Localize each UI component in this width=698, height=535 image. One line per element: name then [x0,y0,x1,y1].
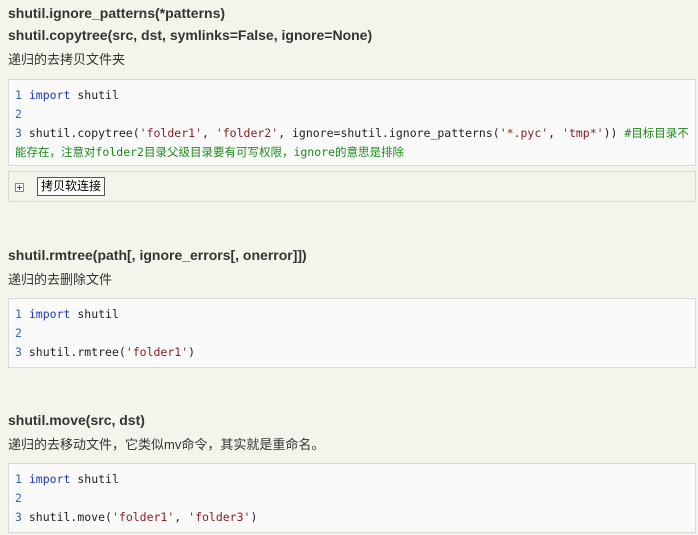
code-block-rmtree[interactable]: 1 import shutil 2 3 shutil.rmtree('folde… [8,298,696,368]
keyword: import [28,307,71,321]
code-text: shutil [70,307,119,321]
code-text: shutil.move( [28,510,112,524]
code-text: shutil.copytree( [28,126,140,140]
heading-rmtree: shutil.rmtree(path[, ignore_errors[, one… [8,247,307,263]
keyword: import [28,88,71,102]
code-text: ) [188,345,196,359]
line-number: 1 [15,307,22,321]
line-number: 2 [15,491,22,505]
code-text: shutil.rmtree( [28,345,126,359]
heading-ignore-patterns: shutil.ignore_patterns(*patterns) [8,5,226,21]
string-literal: 'folder1' [125,345,189,359]
copy-symlink-expander[interactable]: 拷贝软连接 [8,171,696,202]
code-text: , [201,126,216,140]
code-line-3: 3 shutil.rmtree('folder1') [15,343,689,362]
code-text: )) [603,126,625,140]
line-number: 1 [15,472,22,486]
code-line-1: 1 import shutil [15,86,689,105]
line-number: 3 [15,126,22,140]
line-number: 3 [15,345,22,359]
code-text: , ignore=shutil.ignore_patterns( [278,126,500,140]
keyword: import [28,472,71,486]
code-line-2: 2 [15,489,689,508]
string-literal: '*.pyc' [499,126,549,140]
string-literal: 'folder2' [215,126,279,140]
plus-box-icon[interactable] [15,183,24,192]
string-literal: 'folder1' [139,126,202,140]
line-number: 2 [15,326,22,340]
code-line-1: 1 import shutil [15,305,689,324]
code-block-copytree[interactable]: 1 import shutil 2 3 shutil.copytree('fol… [8,79,696,166]
code-text: ) [250,510,258,524]
move-description: 递归的去移动文件，它类似mv命令，其实就是重命名。 [8,437,325,452]
string-literal: 'tmp*' [562,126,604,140]
line-number: 1 [15,88,22,102]
code-text: , [174,510,189,524]
code-line-2: 2 [15,324,689,343]
copy-symlink-button[interactable]: 拷贝软连接 [37,177,106,196]
line-number: 3 [15,510,22,524]
string-literal: 'folder1' [111,510,175,524]
string-literal: 'folder3' [188,510,251,524]
code-text: , [548,126,563,140]
code-line-1: 1 import shutil [15,470,689,489]
heading-copytree: shutil.copytree(src, dst, symlinks=False… [8,27,373,43]
copytree-description: 递归的去拷贝文件夹 [8,52,126,67]
code-line-3: 3 shutil.move('folder1', 'folder3') [15,508,689,527]
code-line-2: 2 [15,105,689,124]
heading-move: shutil.move(src, dst) [8,412,145,428]
code-line-3: 3 shutil.copytree('folder1', 'folder2', … [15,124,689,162]
code-text: shutil [70,472,119,486]
rmtree-description: 递归的去删除文件 [8,272,113,287]
code-text: shutil [70,88,119,102]
code-block-move[interactable]: 1 import shutil 2 3 shutil.move('folder1… [8,463,696,533]
line-number: 2 [15,107,22,121]
